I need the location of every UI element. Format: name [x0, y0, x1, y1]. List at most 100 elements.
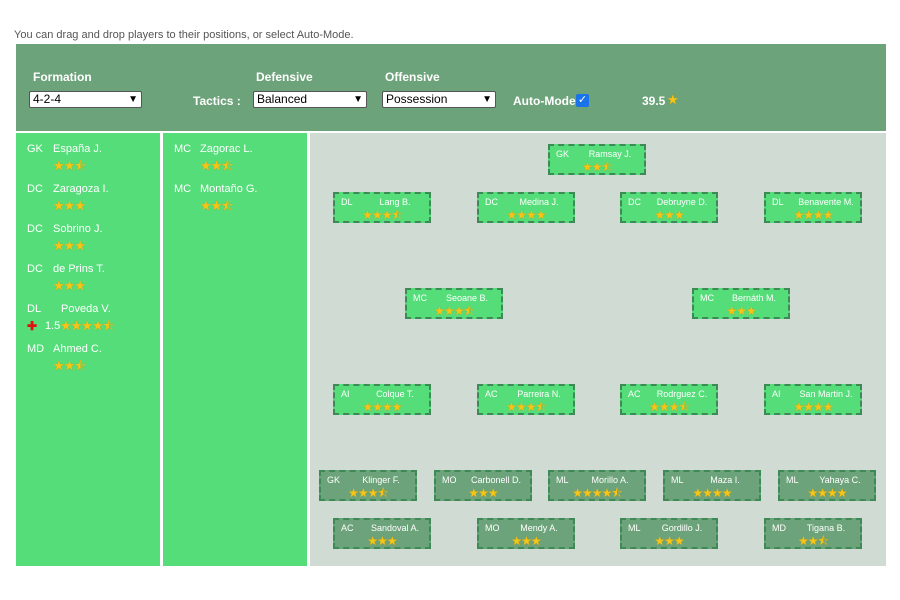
- player-name: Bernáth M.: [731, 293, 777, 303]
- bench-player[interactable]: DC Sobrino J. ★★★: [27, 223, 152, 259]
- player-position: DC: [485, 197, 498, 207]
- reserve-player-card[interactable]: MD Tigana B. ★★⯪: [764, 518, 862, 549]
- offensive-label: Offensive: [385, 70, 440, 84]
- rating-stars: ★★★⯪: [649, 400, 690, 414]
- player-name: Carbonell D.: [470, 475, 522, 485]
- player-name: Medina J.: [519, 197, 559, 207]
- pitch-area: GK Ramsay J. ★★⯪ DL Lang B. ★★★⯪ DC Medina J. ★★…: [310, 133, 886, 566]
- rating-stars: ★★★: [654, 534, 684, 548]
- star-icon: ★: [667, 92, 679, 107]
- reserve-player-card[interactable]: ML Gordillo J. ★★★: [620, 518, 718, 549]
- player-name: Sobrino J.: [53, 223, 103, 235]
- team-rating: 39.5: [642, 94, 666, 108]
- rating-stars: ★★★: [511, 534, 541, 548]
- reserve-player-card[interactable]: ML Morillo A. ★★★★⯪: [548, 470, 646, 501]
- player-name: San Martin J.: [799, 389, 853, 399]
- bench-player[interactable]: MC Montaño G. ★★⯪: [174, 183, 299, 219]
- defensive-select[interactable]: Balanced ▼: [253, 91, 367, 108]
- rating-stars: ★★★★: [692, 486, 732, 500]
- player-position: AC: [341, 523, 354, 533]
- rating-stars: ★★★: [654, 208, 684, 222]
- player-position: GK: [327, 475, 341, 485]
- formation-value: 4-2-4: [33, 92, 62, 106]
- rating-stars: ★★★⯪: [348, 486, 389, 500]
- rating-stars: ★★⯪: [798, 534, 829, 548]
- rating-stars: ★★★: [468, 486, 498, 500]
- player-position: DC: [27, 263, 43, 275]
- bench-player[interactable]: DC de Prins T. ★★★: [27, 263, 152, 299]
- formation-select[interactable]: 4-2-4 ▼: [29, 91, 142, 108]
- rating-stars: ★★★: [53, 198, 86, 213]
- automode-label: Auto-Mode: [513, 94, 576, 108]
- bench-player[interactable]: MC Zagorac L. ★★⯪: [174, 143, 299, 179]
- reserve-player-card[interactable]: ML Yahaya C. ★★★★: [778, 470, 876, 501]
- player-name: Gordillo J.: [661, 523, 703, 533]
- player-name: Poveda V.: [61, 303, 111, 315]
- pitch-player-card[interactable]: DL Lang B. ★★★⯪: [333, 192, 431, 223]
- controls-bar: Formation 4-2-4 ▼ Tactics : Defensive Ba…: [16, 44, 886, 131]
- player-name: España J.: [53, 143, 102, 155]
- player-position: ML: [671, 475, 684, 485]
- pitch-player-card[interactable]: AC Rodrguez C. ★★★⯪: [620, 384, 718, 415]
- player-position: AI: [772, 389, 781, 399]
- player-position: MC: [413, 293, 427, 303]
- player-position: MO: [485, 523, 500, 533]
- player-name: Maza I.: [710, 475, 740, 485]
- rating-stars: ★★★: [53, 278, 86, 293]
- player-name: Montaño G.: [200, 183, 258, 195]
- pitch-player-card[interactable]: GK Ramsay J. ★★⯪: [548, 144, 646, 175]
- player-position: AC: [485, 389, 498, 399]
- bench-player[interactable]: DC Zaragoza I. ★★★: [27, 183, 152, 219]
- player-position: MC: [174, 143, 192, 155]
- pitch-player-card[interactable]: AI San Martin J. ★★★★: [764, 384, 862, 415]
- red-cross-icon: ✚: [27, 319, 38, 333]
- rating-stars: ★★★⯪: [362, 208, 403, 222]
- reserve-player-card[interactable]: MO Carbonell D. ★★★: [434, 470, 532, 501]
- pitch-player-card[interactable]: DC Debruyne D. ★★★: [620, 192, 718, 223]
- player-name: Parreira N.: [517, 389, 561, 399]
- pitch-player-card[interactable]: DC Medina J. ★★★★: [477, 192, 575, 223]
- rating-stars: ★★★: [726, 304, 756, 318]
- bench-column-middle: MC Zagorac L. ★★⯪ MC Montaño G. ★★⯪: [163, 133, 307, 566]
- formation-label: Formation: [33, 70, 92, 84]
- player-position: AC: [628, 389, 641, 399]
- player-name: Ahmed C.: [53, 343, 102, 355]
- pitch-player-card[interactable]: DL Benavente M. ★★★★: [764, 192, 862, 223]
- player-name: Colque T.: [376, 389, 414, 399]
- rating-stars: ★★★★: [362, 400, 402, 414]
- reserve-player-card[interactable]: MO Mendy A. ★★★: [477, 518, 575, 549]
- player-position: DC: [27, 183, 43, 195]
- pitch-player-card[interactable]: AI Colque T. ★★★★: [333, 384, 431, 415]
- offensive-select[interactable]: Possession ▼: [382, 91, 496, 108]
- pitch-player-card[interactable]: MC Bernáth M. ★★★: [692, 288, 790, 319]
- player-name: Seoane B.: [445, 293, 489, 303]
- checkmark-icon: ✓: [577, 94, 588, 106]
- bench-player[interactable]: GK España J. ★★⯪: [27, 143, 152, 179]
- tactics-label: Tactics :: [193, 94, 241, 108]
- reserve-player-card[interactable]: GK Klinger F. ★★★⯪: [319, 470, 417, 501]
- player-name: Benavente M.: [798, 197, 854, 207]
- reserve-player-card[interactable]: ML Maza I. ★★★★: [663, 470, 761, 501]
- rating-stars: ★★⯪: [53, 158, 87, 173]
- player-name: Yahaya C.: [819, 475, 861, 485]
- pitch-player-card[interactable]: AC Parreira N. ★★★⯪: [477, 384, 575, 415]
- automode-checkbox[interactable]: ✓: [576, 94, 589, 107]
- chevron-down-icon: ▼: [482, 94, 492, 105]
- pitch-player-card[interactable]: MC Seoane B. ★★★⯪: [405, 288, 503, 319]
- player-position: GK: [556, 149, 570, 159]
- player-position: DC: [628, 197, 641, 207]
- reserve-player-card[interactable]: AC Sandoval A. ★★★: [333, 518, 431, 549]
- rating-stars: ★★★⯪: [434, 304, 475, 318]
- injury-value: 1.5: [45, 320, 61, 332]
- player-name: Rodrguez C.: [656, 389, 708, 399]
- rating-stars: ★★★★: [506, 208, 546, 222]
- player-name: Zaragoza I.: [53, 183, 109, 195]
- bench-player[interactable]: DL Poveda V. ✚ 1.5 ★★★★⯪: [27, 303, 152, 339]
- player-position: MD: [27, 343, 45, 355]
- defensive-label: Defensive: [256, 70, 313, 84]
- bench-player[interactable]: MD Ahmed C. ★★⯪: [27, 343, 152, 379]
- player-name: Lang B.: [379, 197, 411, 207]
- rating-stars: ★★⯪: [200, 158, 234, 173]
- player-name: Zagorac L.: [200, 143, 253, 155]
- rating-stars: ★★⯪: [200, 198, 234, 213]
